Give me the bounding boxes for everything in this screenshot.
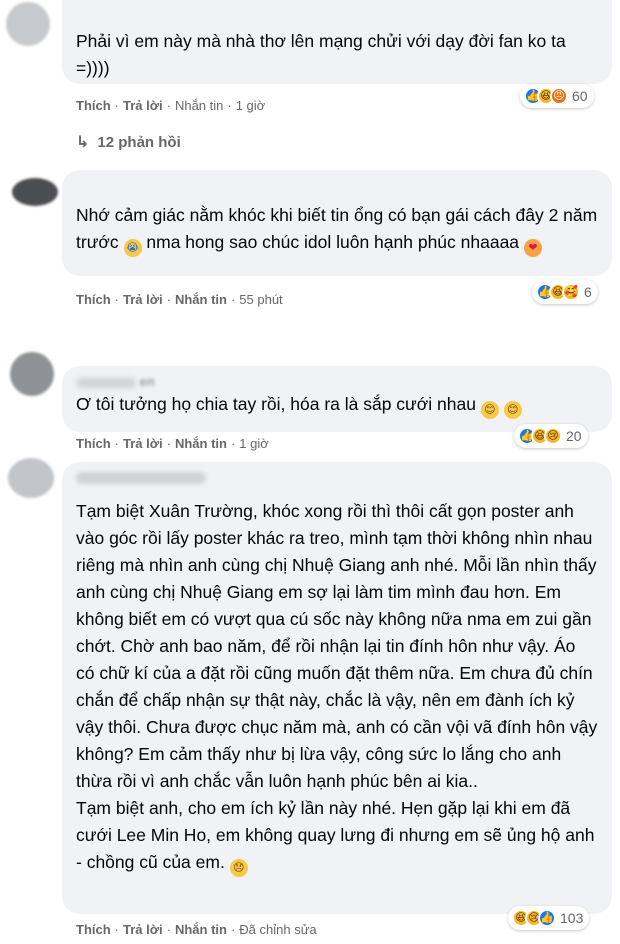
- comment-bubble: Phải vì em này mà nhà thơ lên mạng chửi …: [62, 0, 612, 84]
- comment-text: Nhớ cảm giác nằm khóc khi biết tin ổng c…: [76, 202, 598, 257]
- separator: ·: [230, 436, 236, 451]
- avatar[interactable]: [6, 2, 50, 46]
- separator: ·: [166, 292, 171, 307]
- comment-text: Phải vì em này mà nhà thơ lên mạng chửi …: [76, 31, 566, 78]
- like-link[interactable]: Thích: [76, 436, 111, 451]
- comment-text-part: Ơ tôi tưởng họ chia tay rồi, hóa ra là s…: [76, 394, 476, 414]
- timestamp[interactable]: 1 giờ: [239, 436, 269, 451]
- reaction-summary[interactable]: 👍 😆 😠 60: [520, 84, 594, 108]
- reply-link[interactable]: Trả lời: [123, 98, 163, 113]
- care-reaction-icon: 🥰: [562, 283, 580, 301]
- message-link[interactable]: Nhắn tin: [175, 292, 227, 307]
- reaction-count: 6: [584, 284, 592, 300]
- like-link[interactable]: Thích: [76, 98, 111, 113]
- reply-arrow-icon: ↳: [76, 134, 90, 151]
- angry-reaction-icon: 😠: [550, 87, 568, 105]
- comment-bubble: en Ơ tôi tưởng họ chia tay rồi, hóa ra l…: [62, 366, 612, 432]
- comment-bubble: Nhớ cảm giác nằm khóc khi biết tin ổng c…: [62, 170, 612, 276]
- separator: ·: [230, 292, 236, 307]
- comment-text: Ơ tôi tưởng họ chia tay rồi, hóa ra là s…: [76, 391, 598, 419]
- like-link[interactable]: Thích: [76, 292, 111, 307]
- comment-text: Tạm biệt Xuân Trường, khóc xong rồi thì …: [76, 501, 598, 791]
- message-link[interactable]: Nhắn tin: [175, 436, 227, 451]
- separator: ·: [166, 98, 171, 113]
- crying-face-icon: 😭: [123, 239, 142, 257]
- sad-reaction-icon: 😢: [544, 427, 562, 445]
- reaction-count: 60: [572, 88, 588, 104]
- comment-actions: Thích · Trả lời · Nhắn tin · Đã chỉnh sử…: [76, 922, 317, 937]
- reply-link[interactable]: Trả lời: [123, 292, 163, 307]
- separator: ·: [166, 436, 171, 451]
- smiling-face-with-hearts-icon: ❤: [523, 239, 542, 257]
- name-redaction: [76, 377, 136, 388]
- separator: ·: [230, 922, 236, 937]
- reaction-count: 103: [560, 910, 584, 926]
- commenter-name-visible: en: [139, 374, 155, 389]
- timestamp[interactable]: 55 phút: [239, 292, 282, 307]
- avatar[interactable]: [8, 458, 54, 498]
- view-replies-link[interactable]: ↳ 12 phản hồi: [76, 132, 181, 152]
- separator: ·: [166, 922, 171, 937]
- replies-count: 12 phản hồi: [97, 133, 181, 151]
- comment-text: Tạm biệt anh, cho em ích kỷ lần này nhé.…: [76, 795, 598, 877]
- reply-link[interactable]: Trả lời: [123, 436, 163, 451]
- commenter-name-redaction[interactable]: [76, 472, 206, 484]
- comment-text-part: Tạm biệt anh, cho em ích kỷ lần này nhé.…: [76, 798, 595, 872]
- avatar[interactable]: [12, 178, 58, 206]
- edited-label[interactable]: Đã chỉnh sửa: [239, 922, 316, 937]
- reaction-summary[interactable]: 👍 😆 🥰 6: [532, 280, 598, 304]
- disappointed-face-icon: 😞: [229, 859, 248, 877]
- smiling-face-icon: 😊: [503, 401, 522, 419]
- comment-actions: Thích · Trả lời · Nhắn tin · 55 phút: [76, 292, 283, 307]
- reaction-count: 20: [566, 428, 582, 444]
- comment-bubble: Tạm biệt Xuân Trường, khóc xong rồi thì …: [62, 462, 612, 914]
- message-link[interactable]: Nhắn tin: [175, 922, 227, 937]
- timestamp[interactable]: 1 giờ: [236, 98, 266, 113]
- comment-actions: Thích · Trả lời · Nhắn tin · 1 giờ: [76, 98, 265, 113]
- reaction-summary[interactable]: 👍 😆 😢 20: [514, 424, 588, 448]
- separator: ·: [114, 98, 120, 113]
- separator: ·: [227, 98, 232, 113]
- comment-actions: Thích · Trả lời · Nhắn tin · 1 giờ: [76, 436, 269, 451]
- comment-text-part: nma hong sao chúc idol luôn hạnh phúc nh…: [146, 232, 520, 252]
- smiling-face-icon: 😊: [480, 401, 499, 419]
- like-link[interactable]: Thích: [76, 922, 111, 937]
- reply-link[interactable]: Trả lời: [123, 922, 163, 937]
- commenter-name[interactable]: en: [76, 374, 598, 389]
- message-link[interactable]: Nhắn tin: [175, 98, 223, 113]
- like-reaction-icon: 👍: [538, 909, 556, 927]
- avatar[interactable]: [10, 352, 54, 396]
- reaction-summary[interactable]: 😆 😢 👍 103: [508, 906, 590, 930]
- separator: ·: [114, 292, 120, 307]
- separator: ·: [114, 922, 120, 937]
- separator: ·: [114, 436, 120, 451]
